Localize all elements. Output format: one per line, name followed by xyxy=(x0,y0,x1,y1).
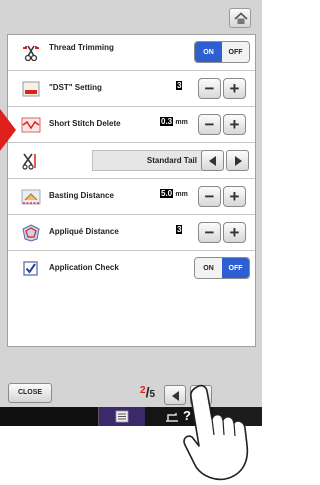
dst-value: 3 xyxy=(176,81,183,90)
toggle-off-option[interactable]: OFF xyxy=(222,258,249,278)
settings-screen: Thread Trimming ON OFF "DST" Setting 3 −… xyxy=(0,0,262,407)
basting-icon xyxy=(21,189,41,205)
row-application-check: Application Check ON OFF xyxy=(8,251,255,287)
page-indicator: 2/5 xyxy=(140,384,155,400)
row-basting-distance: Basting Distance 5.0 mm − + xyxy=(8,179,255,215)
short-stitch-delete-label: Short Stitch Delete xyxy=(49,119,121,128)
applique-distance-label: Appliqué Distance xyxy=(49,227,119,236)
right-arrow-icon xyxy=(235,156,242,166)
applique-icon xyxy=(22,224,40,242)
dst-plus-button[interactable]: + xyxy=(223,78,246,99)
left-arrow-icon xyxy=(209,156,216,166)
home-button[interactable] xyxy=(229,8,251,28)
basting-plus-button[interactable]: + xyxy=(223,186,246,207)
row-dst-setting: "DST" Setting 3 − + xyxy=(8,71,255,107)
home-icon xyxy=(234,12,248,24)
close-button[interactable]: CLOSE xyxy=(8,383,52,403)
applique-value: 3 xyxy=(176,225,183,234)
basting-distance-label: Basting Distance xyxy=(49,191,114,200)
settings-tab-button[interactable] xyxy=(99,407,145,426)
row-applique-distance: Appliqué Distance 3 − + xyxy=(8,215,255,251)
total-pages: 5 xyxy=(149,389,156,400)
dst-icon xyxy=(22,81,40,97)
short-stitch-icon xyxy=(21,117,41,133)
current-page: 2 xyxy=(140,385,146,396)
bottom-bar-blank xyxy=(0,407,98,426)
red-pointer-arrow-icon xyxy=(0,109,16,151)
basting-value: 5.0 mm xyxy=(160,189,188,198)
checkbox-icon xyxy=(23,261,38,276)
toggle-off-option[interactable]: OFF xyxy=(222,42,249,62)
dst-setting-label: "DST" Setting xyxy=(49,83,102,92)
short-stitch-value: 0.3 mm xyxy=(160,117,188,126)
left-arrow-icon xyxy=(172,391,179,401)
pointing-hand-icon xyxy=(183,384,249,481)
application-check-label: Application Check xyxy=(49,263,119,272)
applique-minus-button[interactable]: − xyxy=(198,222,221,243)
row-thread-trimming: Thread Trimming ON OFF xyxy=(8,35,255,71)
toggle-on-option[interactable]: ON xyxy=(195,258,222,278)
tail-prev-button[interactable] xyxy=(201,150,224,171)
toggle-on-option[interactable]: ON xyxy=(195,42,222,62)
thread-trimming-toggle[interactable]: ON OFF xyxy=(194,41,250,63)
tail-scissors-icon xyxy=(22,153,36,170)
thread-trimming-label: Thread Trimming xyxy=(49,43,114,52)
settings-list-icon xyxy=(115,410,129,423)
settings-panel: Thread Trimming ON OFF "DST" Setting 3 −… xyxy=(7,34,256,347)
tail-next-button[interactable] xyxy=(226,150,249,171)
row-tail-setting: Standard Tail xyxy=(8,143,255,179)
row-short-stitch-delete: Short Stitch Delete 0.3 mm − + xyxy=(8,107,255,143)
application-check-toggle[interactable]: ON OFF xyxy=(194,257,250,279)
tail-select-value: Standard Tail xyxy=(92,150,203,171)
scissors-icon xyxy=(23,45,39,62)
sewing-machine-icon xyxy=(166,413,178,422)
applique-plus-button[interactable]: + xyxy=(223,222,246,243)
basting-minus-button[interactable]: − xyxy=(198,186,221,207)
dst-minus-button[interactable]: − xyxy=(198,78,221,99)
short-stitch-minus-button[interactable]: − xyxy=(198,114,221,135)
short-stitch-plus-button[interactable]: + xyxy=(223,114,246,135)
